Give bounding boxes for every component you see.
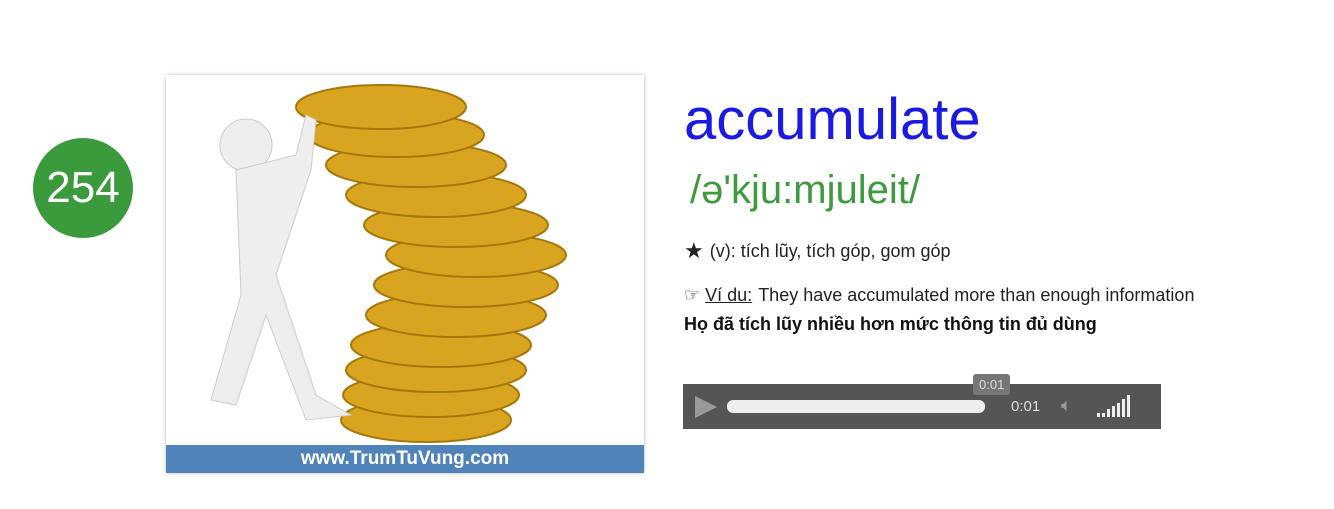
coins-figure-illustration: [210, 84, 567, 443]
example-text: They have accumulated more than enough i…: [758, 285, 1195, 305]
word-meaning: ★ (v): tích lũy, tích góp, gom góp: [684, 238, 951, 264]
pointing-hand-icon: ☞: [684, 285, 701, 305]
example-label: Ví du:: [705, 285, 753, 305]
word-illustration: www.TrumTuVung.com: [166, 75, 644, 473]
volume-slider[interactable]: [1097, 395, 1130, 417]
star-icon: ★: [684, 238, 704, 263]
example-sentence: ☞ Ví du: They have accumulated more than …: [684, 285, 1194, 306]
time-tooltip: 0:01: [973, 374, 1011, 395]
play-icon[interactable]: [695, 396, 717, 418]
meaning-text: (v): tích lũy, tích góp, gom góp: [709, 240, 951, 261]
progress-bar[interactable]: [727, 400, 985, 413]
example-translation: Họ đã tích lũy nhiều hơn mức thông tin đ…: [684, 314, 1097, 334]
audio-player: 0:01 0:01 🔈︎: [683, 374, 1161, 429]
vocabulary-word: accumulate: [684, 87, 981, 152]
phonetic-transcription: /ə'kju:mjuleit/: [690, 168, 920, 212]
image-watermark-banner: www.TrumTuVung.com: [166, 445, 644, 473]
word-number-badge: 254: [33, 138, 133, 238]
current-time: 0:01: [1011, 398, 1041, 415]
volume-icon[interactable]: 🔈︎: [1061, 395, 1072, 416]
